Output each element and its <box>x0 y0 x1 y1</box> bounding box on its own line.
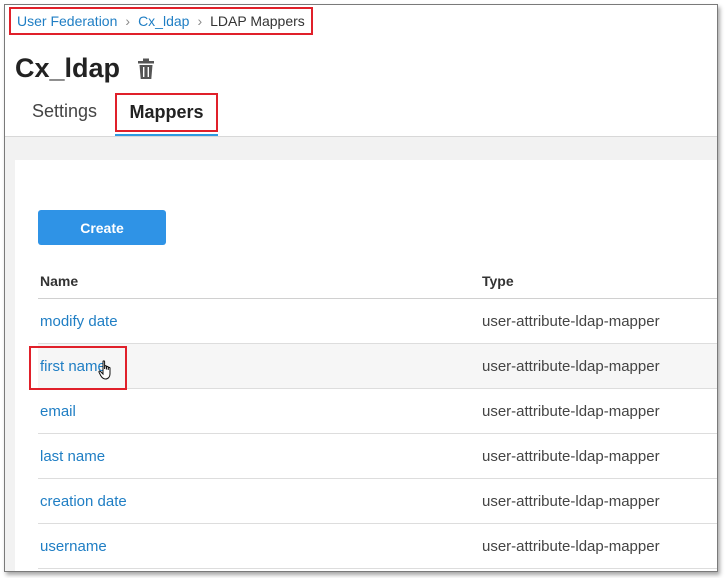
chevron-right-icon: › <box>197 13 203 29</box>
mapper-link-last-name[interactable]: last name <box>40 448 105 465</box>
page-title: Cx_ldap <box>15 53 121 83</box>
mapper-link-first-name[interactable]: first name <box>40 358 106 375</box>
breadcrumb-cx-ldap[interactable]: Cx_ldap <box>138 13 189 29</box>
mapper-type: user-attribute-ldap-mapper <box>482 447 660 465</box>
hand-cursor-icon <box>98 359 111 380</box>
mappers-table: Name Type modify date user-attribute-lda… <box>29 263 717 569</box>
column-header-name[interactable]: Name <box>38 273 482 289</box>
table-row: last name user-attribute-ldap-mapper <box>38 434 717 479</box>
tab-bar: Settings Mappers <box>5 93 717 137</box>
chevron-right-icon: › <box>125 13 131 29</box>
column-header-type[interactable]: Type <box>482 273 514 289</box>
mapper-link-creation-date[interactable]: creation date <box>40 493 127 510</box>
mapper-link-username[interactable]: username <box>40 538 107 555</box>
mapper-type: user-attribute-ldap-mapper <box>482 312 660 330</box>
table-row: first name user-attribute-ldap-mapper <box>29 344 717 390</box>
table-row: modify date user-attribute-ldap-mapper <box>38 299 717 344</box>
trash-icon[interactable] <box>136 58 156 80</box>
table-row: username user-attribute-ldap-mapper <box>38 524 717 569</box>
tab-settings[interactable]: Settings <box>32 101 97 122</box>
mapper-type: user-attribute-ldap-mapper <box>482 537 660 555</box>
screenshot-frame: User Federation › Cx_ldap › LDAP Mappers… <box>4 4 718 572</box>
breadcrumb: User Federation › Cx_ldap › LDAP Mappers <box>9 7 313 35</box>
mapper-type: user-attribute-ldap-mapper <box>482 492 660 510</box>
mapper-type: user-attribute-ldap-mapper <box>482 402 660 420</box>
table-row: creation date user-attribute-ldap-mapper <box>38 479 717 524</box>
mapper-type: user-attribute-ldap-mapper <box>482 357 660 375</box>
mapper-link-email[interactable]: email <box>40 403 76 420</box>
title-row: Cx_ldap <box>15 53 156 84</box>
table-row: email user-attribute-ldap-mapper <box>38 389 717 434</box>
tab-mappers[interactable]: Mappers <box>115 93 218 132</box>
active-tab-indicator <box>115 134 218 136</box>
mapper-link-modify-date[interactable]: modify date <box>40 313 118 330</box>
table-header: Name Type <box>38 263 717 299</box>
create-button[interactable]: Create <box>38 210 166 245</box>
breadcrumb-current: LDAP Mappers <box>210 13 305 29</box>
breadcrumb-user-federation[interactable]: User Federation <box>17 13 117 29</box>
